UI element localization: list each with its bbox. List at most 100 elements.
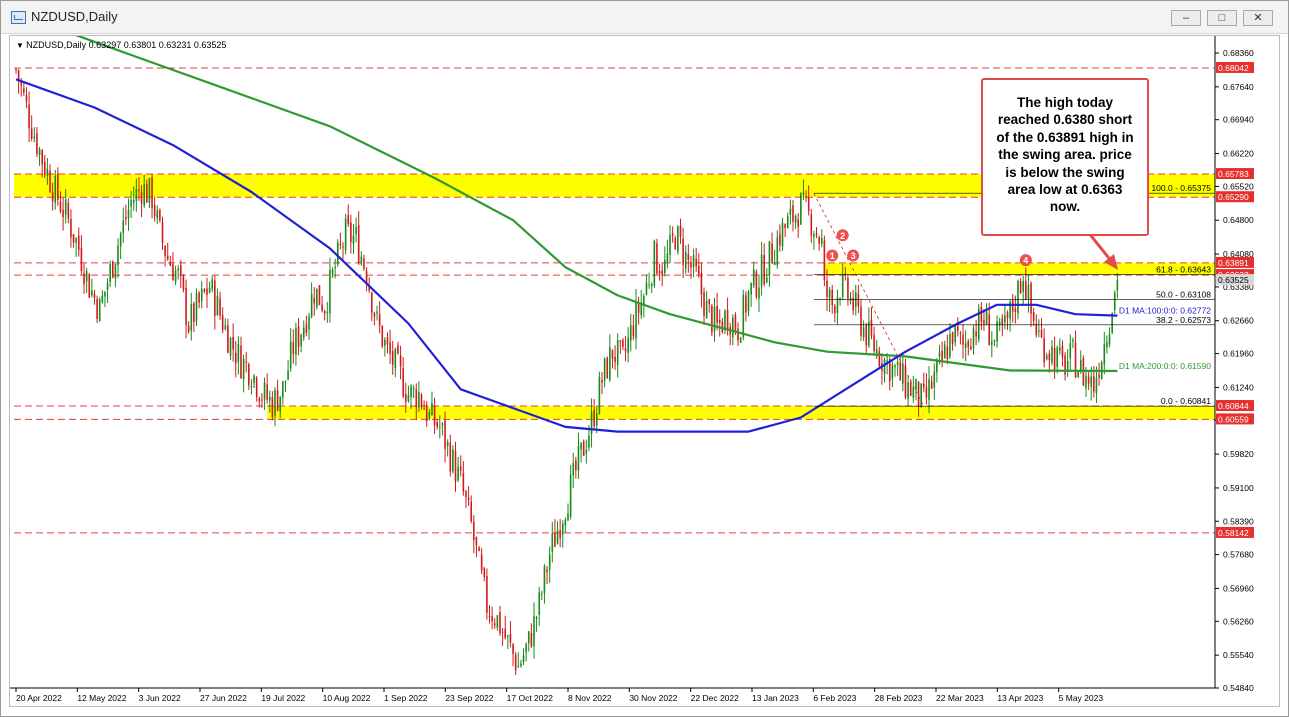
candle-body: [91, 290, 93, 296]
candle-body: [684, 251, 687, 269]
candle-body: [1027, 285, 1030, 299]
candle-body: [1069, 342, 1072, 359]
fib-level-label: 61.8 - 0.63643: [1156, 265, 1211, 275]
candle-body: [760, 254, 763, 286]
candle-body: [122, 220, 125, 234]
candle-body: [284, 380, 287, 382]
candle-body: [1032, 312, 1035, 321]
candle-body: [452, 449, 454, 472]
candle-body: [991, 341, 993, 345]
x-tick-label: 12 May 2022: [77, 693, 126, 703]
x-tick-label: 13 Jan 2023: [752, 693, 799, 703]
candle-body: [310, 294, 313, 317]
candle-body: [98, 299, 101, 322]
header-symbol: NZDUSD,Daily: [26, 40, 87, 50]
candle-body: [635, 302, 637, 339]
candle-body: [258, 398, 261, 402]
candle-body: [93, 293, 96, 298]
callout-arrow: [1086, 231, 1114, 263]
candle-body: [363, 258, 365, 269]
candle-body: [70, 219, 72, 238]
candle-body: [415, 389, 418, 408]
candle-body: [912, 386, 915, 398]
y-tick-label: 0.62660: [1223, 316, 1254, 326]
candle-body: [234, 352, 237, 364]
candle-body: [569, 474, 572, 517]
x-tick-label: 27 Jun 2022: [200, 693, 247, 703]
candle-body: [815, 232, 818, 235]
candle-body: [250, 386, 253, 388]
candle-body: [577, 445, 580, 471]
y-tick-label: 0.65520: [1223, 181, 1254, 191]
candle-body: [255, 377, 258, 397]
candle-body: [922, 383, 925, 388]
price-scale-tag-label: 0.58142: [1218, 528, 1249, 538]
candle-body: [334, 267, 336, 269]
candle-body: [229, 338, 232, 356]
candle-body: [622, 340, 624, 347]
minimize-button[interactable]: –: [1171, 10, 1201, 26]
candle-body: [585, 450, 588, 454]
candle-body: [302, 327, 305, 338]
candle-body: [823, 240, 826, 280]
candle-body: [941, 350, 943, 360]
candle-body: [313, 297, 316, 304]
candle-body: [268, 396, 271, 401]
candle-body: [211, 279, 214, 289]
candle-body: [970, 346, 972, 350]
candle-body: [1014, 308, 1017, 312]
x-tick-label: 1 Sep 2022: [384, 693, 428, 703]
candle-body: [140, 191, 143, 204]
candle-body: [441, 423, 444, 426]
candle-body: [237, 344, 240, 362]
ohlc-header: ▼ NZDUSD,Daily 0.63297 0.63801 0.63231 0…: [16, 40, 226, 50]
candle-body: [350, 222, 352, 243]
candle-body: [59, 201, 62, 212]
candle-body: [261, 399, 263, 401]
candle-body: [776, 237, 779, 266]
candle-body: [1079, 359, 1082, 371]
chart-area[interactable]: 100.0 - 0.65375 61.8 - 0.63643 50.0 - 0.63…: [9, 35, 1280, 707]
collapse-triangle-icon[interactable]: ▼: [16, 41, 26, 50]
candle-body: [800, 193, 802, 225]
candle-body: [88, 274, 91, 298]
candle-body: [972, 328, 975, 349]
candle-body: [750, 283, 752, 295]
candle-body: [504, 628, 507, 638]
candle-body: [813, 234, 815, 238]
candle-body: [49, 170, 51, 192]
candle-body: [768, 241, 771, 275]
candle-body: [925, 386, 928, 398]
candle-body: [964, 343, 967, 348]
candle-body: [724, 310, 726, 330]
candle-body: [862, 327, 865, 338]
candle-body: [96, 298, 98, 319]
candle-body: [389, 342, 391, 354]
candle-body: [457, 466, 459, 481]
candle-body: [920, 383, 922, 407]
candle-body: [1019, 281, 1022, 294]
candle-body: [488, 615, 491, 617]
candle-body: [172, 264, 174, 281]
x-tick-label: 6 Feb 2023: [813, 693, 856, 703]
price-scale-tag-label: 0.60559: [1218, 414, 1249, 424]
window-title: NZDUSD,Daily: [31, 9, 118, 24]
candle-body: [109, 264, 111, 283]
candle-body: [15, 69, 17, 71]
candle-body: [1001, 318, 1004, 326]
candle-body: [483, 568, 486, 577]
candle-body: [373, 312, 376, 317]
candle-body: [1040, 329, 1043, 338]
candle-body: [1074, 342, 1077, 378]
candle-body: [386, 337, 389, 345]
candle-body: [300, 334, 302, 346]
title-bar[interactable]: NZDUSD,Daily – □ ✕: [1, 1, 1288, 34]
close-button[interactable]: ✕: [1243, 10, 1273, 26]
candle-body: [198, 292, 200, 303]
candle-body: [117, 245, 119, 266]
candle-body: [370, 292, 373, 313]
maximize-button[interactable]: □: [1207, 10, 1237, 26]
candle-body: [397, 345, 399, 354]
candle-body: [151, 177, 153, 208]
candle-body: [418, 392, 420, 408]
